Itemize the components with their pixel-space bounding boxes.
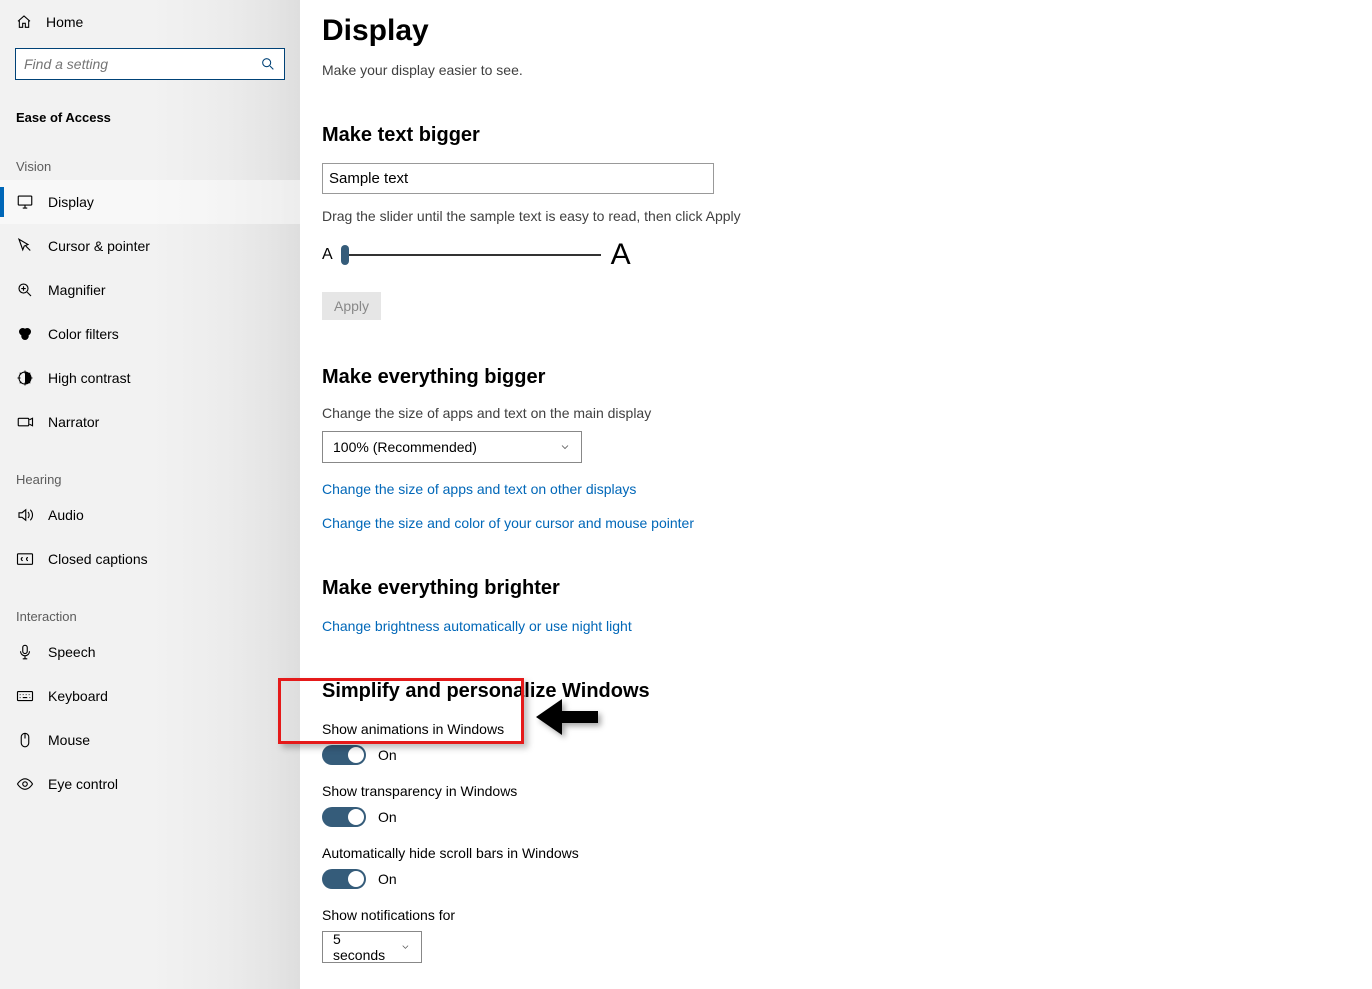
notifications-dropdown-value: 5 seconds [333,931,390,963]
link-cursor-pointer[interactable]: Change the size and color of your cursor… [322,515,1342,531]
toggle-scrollbars[interactable] [322,869,366,889]
filters-icon [16,325,34,343]
toggle-label-transparency: Show transparency in Windows [322,783,1342,799]
sidebar-category: Ease of Access [0,80,300,131]
speech-icon [16,643,34,661]
toggle-label-animations: Show animations in Windows [322,721,1342,737]
sidebar-item-mouse[interactable]: Mouse [0,718,300,762]
sidebar-item-label: Narrator [48,414,99,430]
home-icon [16,14,32,30]
slider-track[interactable] [341,254,601,256]
chevron-down-icon [400,941,411,953]
link-other-displays[interactable]: Change the size of apps and text on othe… [322,481,1342,497]
page-subtitle: Make your display easier to see. [322,62,1342,78]
scale-dropdown-value: 100% (Recommended) [333,439,477,455]
section-make-text-bigger-heading: Make text bigger [322,124,1342,147]
text-size-max-icon: A [611,238,631,272]
sidebar-item-label: High contrast [48,370,130,386]
sidebar-item-high-contrast[interactable]: High contrast [0,356,300,400]
scale-dropdown[interactable]: 100% (Recommended) [322,431,582,463]
sidebar-group-label: Interaction [0,581,300,630]
sidebar-item-audio[interactable]: Audio [0,493,300,537]
text-size-hint: Drag the slider until the sample text is… [322,208,1342,224]
sidebar-item-label: Audio [48,507,84,523]
sidebar-item-label: Color filters [48,326,119,342]
toggle-animations[interactable] [322,745,366,765]
search-icon [260,56,276,72]
sidebar-item-color-filters[interactable]: Color filters [0,312,300,356]
text-size-slider[interactable]: A A [322,238,1342,272]
sidebar-item-label: Cursor & pointer [48,238,150,254]
mouse-icon [16,731,34,749]
sidebar-item-magnifier[interactable]: Magnifier [0,268,300,312]
sidebar-item-label: Eye control [48,776,118,792]
search-input[interactable] [24,56,260,72]
toggle-state-scrollbars: On [378,871,397,887]
eye-icon [16,775,34,793]
main-content: Display Make your display easier to see.… [300,0,1372,989]
toggle-transparency[interactable] [322,807,366,827]
scale-description: Change the size of apps and text on the … [322,405,1342,421]
page-title: Display [322,14,1342,48]
sidebar-item-speech[interactable]: Speech [0,630,300,674]
sidebar-item-label: Mouse [48,732,90,748]
sidebar-group-label: Hearing [0,444,300,493]
toggle-state-transparency: On [378,809,397,825]
chevron-down-icon [559,441,571,453]
sidebar-item-display[interactable]: Display [0,180,300,224]
audio-icon [16,506,34,524]
keyboard-icon [16,687,34,705]
notifications-dropdown[interactable]: 5 seconds [322,931,422,963]
sidebar-item-label: Closed captions [48,551,148,567]
sidebar-item-label: Magnifier [48,282,106,298]
contrast-icon [16,369,34,387]
notifications-label: Show notifications for [322,907,1342,923]
text-size-min-icon: A [322,246,333,264]
home-label: Home [46,14,83,30]
search-input-container[interactable] [15,48,285,80]
sample-text-box: Sample text [322,163,714,194]
sidebar-item-label: Keyboard [48,688,108,704]
section-make-everything-brighter-heading: Make everything brighter [322,577,1342,600]
cursor-icon [16,237,34,255]
apply-button[interactable]: Apply [322,292,381,320]
sidebar-item-label: Speech [48,644,95,660]
link-night-light[interactable]: Change brightness automatically or use n… [322,618,1342,634]
toggle-label-scrollbars: Automatically hide scroll bars in Window… [322,845,1342,861]
sidebar-group-label: Vision [0,131,300,180]
narrator-icon [16,413,34,431]
section-simplify-heading: Simplify and personalize Windows [322,680,1342,703]
section-make-everything-bigger-heading: Make everything bigger [322,366,1342,389]
toggle-state-animations: On [378,747,397,763]
sidebar-item-eye-control[interactable]: Eye control [0,762,300,806]
slider-thumb[interactable] [341,245,349,265]
sidebar-item-cursor-pointer[interactable]: Cursor & pointer [0,224,300,268]
sidebar: Home Ease of Access Vision Display Cursor … [0,0,300,989]
captions-icon [16,550,34,568]
sidebar-item-keyboard[interactable]: Keyboard [0,674,300,718]
sidebar-item-narrator[interactable]: Narrator [0,400,300,444]
sidebar-home[interactable]: Home [0,0,300,44]
monitor-icon [16,193,34,211]
magnifier-icon [16,281,34,299]
sidebar-item-label: Display [48,194,94,210]
sidebar-item-closed-captions[interactable]: Closed captions [0,537,300,581]
